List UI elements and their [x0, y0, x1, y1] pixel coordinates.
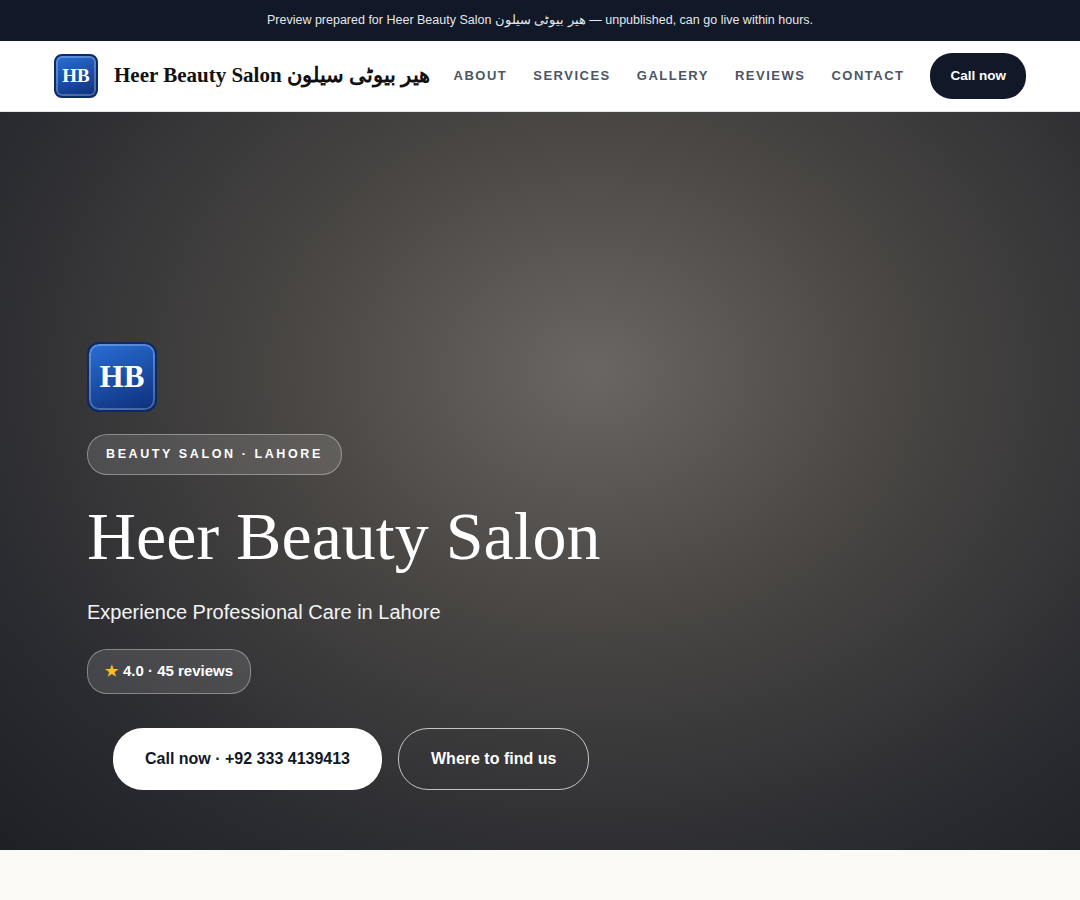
hero-title: Heer Beauty Salon [87, 499, 601, 574]
nav-links: ABOUT SERVICES GALLERY REVIEWS CONTACT Call n… [454, 53, 1026, 99]
hero-actions: Call now · +92 333 4139413 Where to find … [113, 728, 589, 790]
call-button[interactable]: Call now [930, 53, 1026, 99]
rating-badge: ★4.0 · 45 reviews [87, 649, 251, 694]
brand[interactable]: HB Heer Beauty Salon هیر بیوٹی سیلون [54, 54, 430, 98]
category-badge: BEAUTY SALON · LAHORE [87, 434, 342, 475]
hero: HB BEAUTY SALON · LAHORE Heer Beauty Salon… [0, 112, 1080, 850]
rating-text: 4.0 · 45 reviews [123, 660, 233, 683]
nav-link[interactable]: SERVICES [533, 66, 611, 86]
nav-link[interactable]: ABOUT [454, 66, 508, 86]
hero-logo: HB [87, 342, 157, 412]
star-icon: ★ [105, 660, 118, 683]
tagline: Experience Professional Care in Lahore [87, 597, 441, 627]
preview-banner: Preview prepared for Heer Beauty Salon ه… [0, 0, 1080, 41]
call-button[interactable]: Call now · +92 333 4139413 [113, 728, 382, 790]
nav-link[interactable]: GALLERY [637, 66, 709, 86]
navbar: HB Heer Beauty Salon هیر بیوٹی سیلون ABOUT… [0, 41, 1080, 112]
logo: HB [54, 54, 98, 98]
nav-link[interactable]: CONTACT [831, 66, 904, 86]
directions-button[interactable]: Where to find us [398, 728, 589, 790]
brand-name: Heer Beauty Salon هیر بیوٹی سیلون [114, 60, 430, 92]
nav-link[interactable]: REVIEWS [735, 66, 805, 86]
